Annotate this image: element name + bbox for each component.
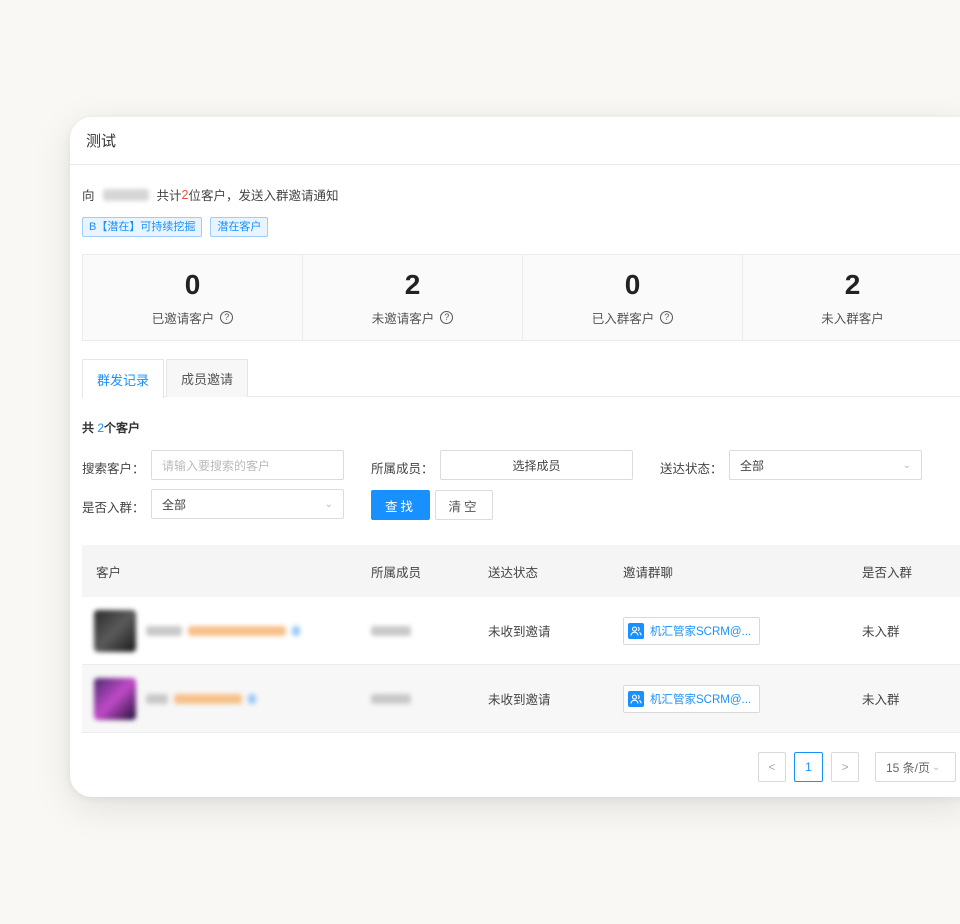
- header-joined: 是否入群: [862, 565, 913, 580]
- blurred-name: [146, 625, 182, 636]
- group-chat-chip[interactable]: 机汇管家SCRM@...: [623, 616, 761, 645]
- invite-detail-card: 测试 向 共计 2 位客户，发送入群邀请通知 B【潜在】可持续挖掘 潜在客户 0…: [70, 117, 960, 797]
- notice-text-before: 共计: [156, 189, 182, 203]
- customer-tags: B【潜在】可持续挖掘 潜在客户: [82, 217, 269, 237]
- blurred-remark: [188, 625, 286, 636]
- header-delivery: 送达状态: [488, 565, 539, 580]
- delivery-status-label: 送达状态：: [660, 462, 723, 476]
- tab-member-invite[interactable]: 成员邀请: [166, 359, 249, 397]
- delivery-status-value: 全部: [740, 458, 765, 473]
- header-member: 所属成员: [371, 565, 422, 580]
- stat-not-invited: 2 未邀请客户 ?: [303, 255, 523, 340]
- member-label: 所属成员：: [371, 462, 434, 476]
- chevron-down-icon: ⌄: [932, 761, 941, 773]
- question-circle-icon[interactable]: ?: [660, 311, 674, 324]
- notice-count: 2: [181, 187, 189, 202]
- page-size-select[interactable]: 15 条/页 ⌄: [875, 752, 956, 782]
- header-customer: 客户: [96, 565, 122, 580]
- chevron-down-icon: ⌄: [324, 498, 333, 510]
- card-header: 测试: [70, 117, 960, 165]
- delivery-status: 未收到邀请: [488, 693, 551, 707]
- stat-label: 未邀请客户: [371, 312, 435, 326]
- stat-value: 2: [404, 269, 421, 300]
- total-count: 共 2个客户: [82, 421, 141, 435]
- search-customer-label: 搜索客户：: [82, 462, 145, 476]
- group-chat-icon: [628, 622, 644, 639]
- blurred-member: [371, 625, 411, 636]
- avatar: [94, 677, 136, 720]
- stat-value: 0: [184, 269, 201, 300]
- table-row: 未收到邀请 机汇管家SCRM@... 未入群: [82, 597, 960, 665]
- notice-text-after: 位客户，发送入群邀请通知: [188, 189, 339, 203]
- page-1-button[interactable]: 1: [794, 752, 823, 782]
- group-chat-chip[interactable]: 机汇管家SCRM@...: [623, 684, 761, 713]
- link-icon[interactable]: [292, 625, 300, 636]
- stat-label: 已入群客户: [591, 312, 655, 326]
- delivery-status-select[interactable]: 全部 ⌄: [729, 450, 922, 480]
- joined-select[interactable]: 全部 ⌄: [151, 489, 344, 519]
- blurred-remark: [174, 693, 242, 704]
- tag-potential-customer: 潜在客户: [210, 217, 269, 237]
- customer-cell: [94, 677, 256, 720]
- group-chat-name: 机汇管家SCRM@...: [650, 625, 752, 638]
- question-circle-icon[interactable]: ?: [220, 311, 234, 324]
- group-chat-icon: [628, 690, 644, 707]
- tab-bar: 群发记录 成员邀请: [82, 359, 960, 398]
- page-size-value: 15 条/页: [886, 760, 931, 775]
- stat-label: 未入群客户: [821, 312, 884, 326]
- delivery-status: 未收到邀请: [488, 625, 551, 639]
- stat-invited: 0 已邀请客户 ?: [83, 255, 303, 340]
- customer-cell: [94, 609, 300, 652]
- link-icon[interactable]: [248, 693, 256, 704]
- chevron-down-icon: ⌄: [902, 459, 911, 471]
- joined-status: 未入群: [862, 625, 900, 639]
- search-input[interactable]: 请输入要搜索的客户: [151, 450, 344, 480]
- next-page-button[interactable]: >: [831, 752, 859, 782]
- joined-status: 未入群: [862, 693, 900, 707]
- table-header: 客户 所属成员 送达状态 邀请群聊 是否入群: [82, 545, 960, 597]
- blurred-sender-name: [102, 188, 149, 201]
- prev-page-button[interactable]: <: [758, 752, 786, 782]
- header-group: 邀请群聊: [623, 565, 674, 580]
- customer-table: 客户 所属成员 送达状态 邀请群聊 是否入群 未收到邀请 机汇管家SCRM@..…: [82, 545, 960, 733]
- search-button[interactable]: 查找: [371, 490, 430, 520]
- stat-value: 2: [844, 269, 861, 300]
- group-chat-name: 机汇管家SCRM@...: [650, 693, 752, 706]
- stats-panel: 0 已邀请客户 ? 2 未邀请客户 ? 0 已入群客户 ? 2 未入群客户: [82, 254, 960, 341]
- stat-not-joined: 2 未入群客户: [743, 255, 960, 340]
- avatar: [94, 609, 136, 652]
- tag-potential-mining: B【潜在】可持续挖掘: [82, 217, 203, 237]
- card-title: 测试: [86, 133, 117, 150]
- stat-value: 0: [624, 269, 641, 300]
- blurred-member: [371, 693, 411, 704]
- joined-label: 是否入群：: [82, 501, 145, 515]
- clear-button[interactable]: 清空: [435, 490, 493, 520]
- table-row: 未收到邀请 机汇管家SCRM@... 未入群: [82, 665, 960, 733]
- select-member-button[interactable]: 选择成员: [440, 450, 633, 480]
- blurred-name: [146, 693, 168, 704]
- stat-joined: 0 已入群客户 ?: [523, 255, 743, 340]
- tab-broadcast-records[interactable]: 群发记录: [82, 359, 165, 398]
- question-circle-icon[interactable]: ?: [440, 311, 454, 324]
- notice-prefix: 向: [82, 189, 95, 203]
- joined-value: 全部: [162, 497, 187, 512]
- invite-notice: 向 共计 2 位客户，发送入群邀请通知: [82, 185, 339, 204]
- stat-label: 已邀请客户: [151, 312, 215, 326]
